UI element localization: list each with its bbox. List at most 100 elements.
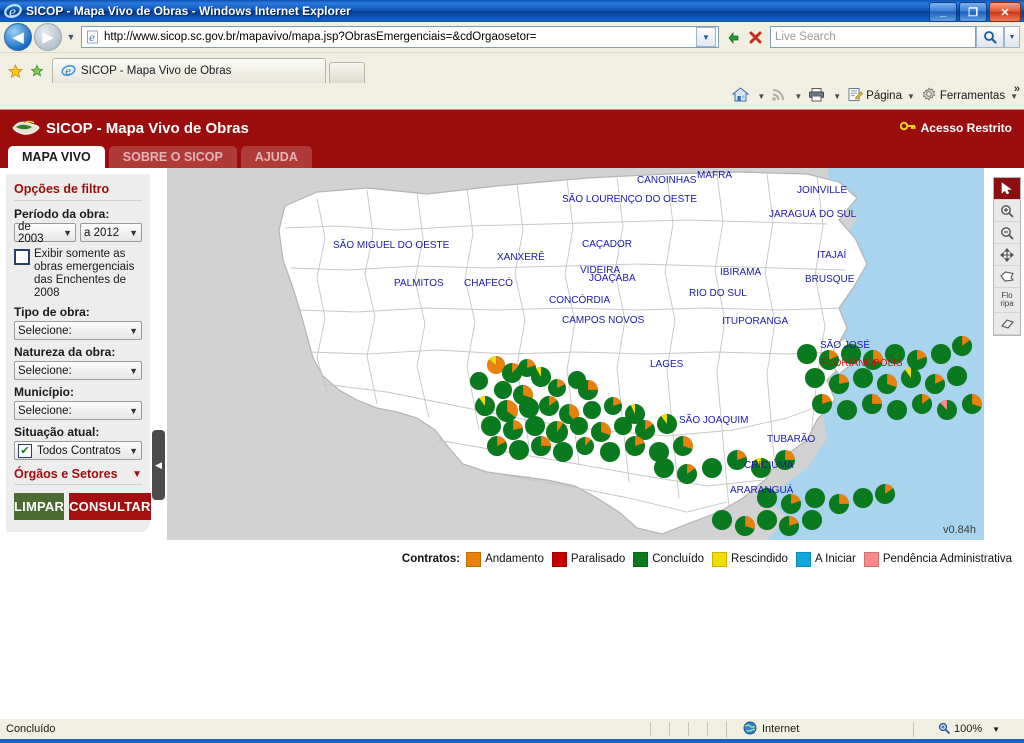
- situacao-label: Situação atual:: [14, 425, 100, 439]
- map-pie-slice[interactable]: [653, 457, 675, 479]
- map-pie-slice[interactable]: [569, 416, 589, 436]
- map-pie-slice[interactable]: [796, 343, 818, 365]
- map-canvas[interactable]: SÃO LOURENÇO DO OESTE SÃO MIGUEL DO OESTE…: [167, 168, 984, 540]
- orgaos-setores-accordion[interactable]: Órgãos e Setores ▼: [14, 467, 142, 485]
- address-bar[interactable]: e http://www.sicop.sc.gov.br/mapavivo/ma…: [81, 26, 719, 48]
- legend-swatch-concluido: [633, 551, 649, 567]
- forward-button[interactable]: ▶: [34, 23, 62, 51]
- map-pie-slice[interactable]: [930, 343, 952, 365]
- map-pie-slice[interactable]: [599, 441, 621, 463]
- map-pie-slice[interactable]: [545, 420, 569, 444]
- map-pie-slice[interactable]: [836, 399, 858, 421]
- print-command[interactable]: ▼: [808, 87, 841, 105]
- tools-command[interactable]: Ferramentas ▼: [921, 86, 1018, 106]
- zoom-in-tool[interactable]: [994, 200, 1020, 222]
- map-pie-slice[interactable]: [852, 367, 874, 389]
- legend-label-paralisado: Paralisado: [570, 553, 626, 565]
- orgaos-setores-label: Órgãos e Setores: [14, 467, 118, 481]
- gear-icon: [921, 86, 937, 106]
- close-button[interactable]: ✕: [989, 2, 1021, 22]
- zoom-control[interactable]: 100% ▼: [913, 721, 1024, 737]
- tab-ajuda[interactable]: AJUDA: [240, 146, 312, 168]
- eraser-tool[interactable]: [994, 313, 1020, 335]
- zoom-caret-icon[interactable]: ▼: [992, 725, 1000, 734]
- map-pie-slice[interactable]: [886, 399, 908, 421]
- favorites-icon[interactable]: [4, 59, 26, 83]
- map-city-label: SÃO JOAQUIM: [679, 413, 748, 426]
- feeds-command[interactable]: ▼: [771, 87, 802, 105]
- map-city-label: MAFRA: [697, 170, 732, 181]
- address-dropdown-icon[interactable]: ▼: [696, 27, 716, 47]
- map-pie-slice[interactable]: [804, 367, 826, 389]
- lasso-select-tool[interactable]: [994, 266, 1020, 288]
- refresh-icon[interactable]: [722, 26, 744, 48]
- map-pie-slice[interactable]: [469, 371, 489, 391]
- new-tab-button[interactable]: [329, 62, 365, 83]
- home-caret-icon[interactable]: ▼: [757, 92, 765, 101]
- map-pie-slice[interactable]: [711, 509, 733, 531]
- floripa-zoom-tool[interactable]: Flo ripa: [994, 288, 1020, 313]
- pan-tool[interactable]: [994, 244, 1020, 266]
- search-icon[interactable]: [976, 26, 1004, 48]
- emergency-checkbox[interactable]: [14, 249, 30, 265]
- tab-sobre-o-sicop[interactable]: SOBRE O SICOP: [108, 146, 237, 168]
- map-pie-slice[interactable]: [613, 416, 633, 436]
- select-arrow-tool[interactable]: [994, 178, 1020, 200]
- map-pie-slice[interactable]: [493, 380, 513, 400]
- print-caret-icon[interactable]: ▼: [833, 92, 841, 101]
- page-command[interactable]: Página ▼: [847, 87, 915, 105]
- chevron-down-icon: ▼: [63, 227, 72, 238]
- search-input[interactable]: Live Search: [770, 26, 976, 48]
- zoom-icon: [938, 722, 950, 737]
- minimize-button[interactable]: _: [929, 2, 957, 22]
- map-pie-slice[interactable]: [480, 415, 502, 437]
- sidebar-collapse-handle[interactable]: ◀: [152, 430, 165, 500]
- svg-text:e: e: [9, 5, 16, 19]
- map-pie-slice[interactable]: [552, 441, 574, 463]
- period-from-select[interactable]: de 2003 ▼: [14, 220, 76, 245]
- map-graphic[interactable]: SÃO LOURENÇO DO OESTE SÃO MIGUEL DO OESTE…: [167, 168, 984, 540]
- municipio-select[interactable]: Selecione: ▼: [14, 401, 142, 420]
- browser-tab-sicop[interactable]: e SICOP - Mapa Vivo de Obras: [52, 58, 326, 83]
- tab-mapa-vivo[interactable]: MAPA VIVO: [8, 146, 105, 168]
- map-pie-slice[interactable]: [801, 509, 823, 531]
- natureza-obra-select[interactable]: Selecione: ▼: [14, 361, 142, 380]
- situacao-select[interactable]: ✔ Todos Contratos ▼: [14, 441, 142, 460]
- map-pie-slice[interactable]: [946, 365, 968, 387]
- map-city-label: JARAGUÁ DO SUL: [769, 207, 857, 220]
- map-city-label: CANOINHAS: [637, 175, 697, 186]
- security-zone-label: Internet: [762, 723, 800, 735]
- security-zone[interactable]: Internet: [726, 720, 913, 738]
- svg-text:e: e: [89, 33, 95, 44]
- period-to-select[interactable]: a 2012 ▼: [80, 223, 142, 242]
- map-pie-slice[interactable]: [804, 487, 826, 509]
- map-pie-slice[interactable]: [852, 487, 874, 509]
- stop-icon[interactable]: [744, 26, 766, 48]
- consultar-button[interactable]: CONSULTAR: [69, 493, 151, 520]
- period-from-value: de 2003: [18, 220, 44, 245]
- taskbar-strip: [0, 739, 1024, 743]
- limpar-button[interactable]: LIMPAR: [14, 493, 65, 520]
- map-pie-slice[interactable]: [575, 436, 595, 456]
- search-dropdown-icon[interactable]: ▼: [1004, 26, 1020, 48]
- status-segment: [669, 722, 688, 736]
- map-pie-slice[interactable]: [524, 415, 546, 437]
- legend-swatch-andamento: [466, 551, 482, 567]
- add-to-favorites-icon[interactable]: [26, 59, 48, 83]
- map-pie-slice[interactable]: [756, 509, 778, 531]
- zoom-out-tool[interactable]: [994, 222, 1020, 244]
- map-pie-slice[interactable]: [518, 397, 540, 419]
- back-button[interactable]: ◀: [4, 23, 32, 51]
- map-pie-slice[interactable]: [701, 457, 723, 479]
- maximize-button[interactable]: ❐: [959, 2, 987, 22]
- emergency-checkbox-row[interactable]: Exibir somente as obras emergenciais das…: [14, 248, 142, 300]
- tipo-obra-select[interactable]: Selecione: ▼: [14, 321, 142, 340]
- history-dropdown-icon[interactable]: ▼: [64, 32, 78, 42]
- legend-label-concluido: Concluído: [652, 553, 705, 565]
- command-overflow-icon[interactable]: »: [1014, 83, 1020, 95]
- home-command[interactable]: ▼: [731, 87, 765, 105]
- map-pie-slice[interactable]: [582, 400, 602, 420]
- map-pie-slice[interactable]: [508, 439, 530, 461]
- restricted-access-link[interactable]: Acesso Restrito: [899, 120, 1012, 135]
- page-command-caret-icon[interactable]: ▼: [907, 92, 915, 101]
